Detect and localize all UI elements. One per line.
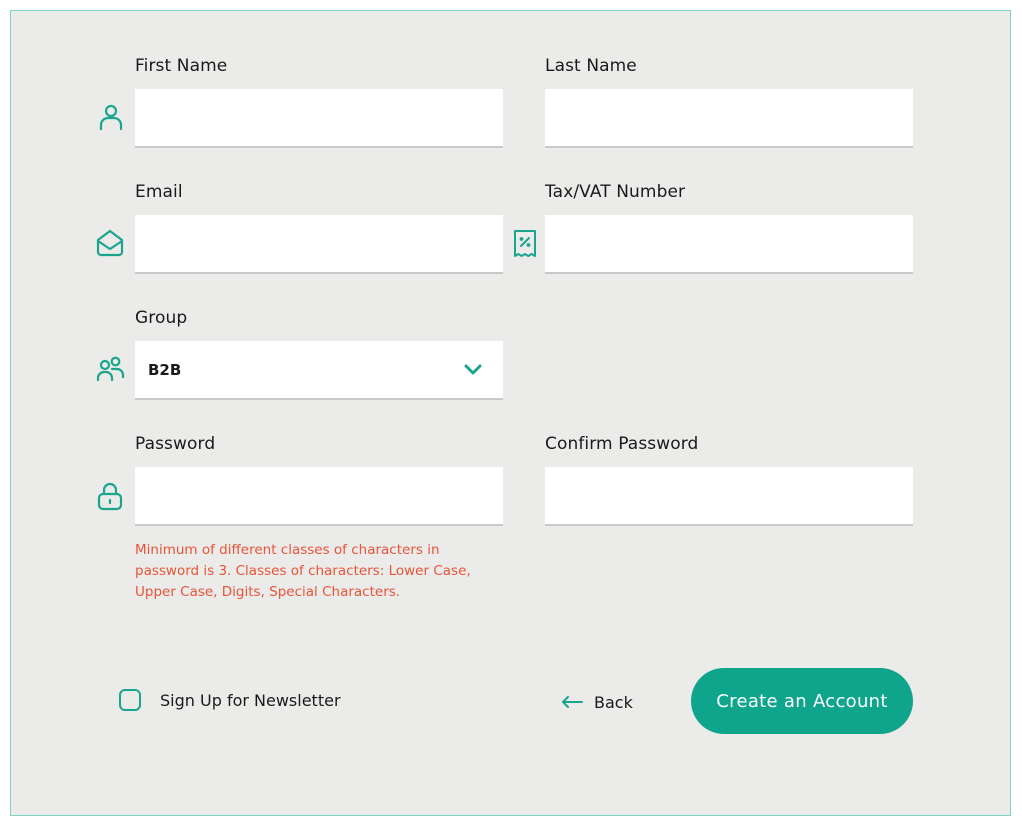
envelope-open-icon [95, 228, 125, 258]
newsletter-label[interactable]: Sign Up for Newsletter [160, 691, 341, 710]
arrow-left-icon [562, 696, 583, 708]
receipt-percent-icon [510, 228, 540, 258]
newsletter-checkbox[interactable] [119, 689, 141, 711]
first-name-label: First Name [135, 56, 228, 76]
email-input[interactable] [135, 215, 503, 274]
password-hint: Minimum of different classes of characte… [135, 542, 471, 600]
back-label: Back [594, 692, 633, 712]
tax-vat-input[interactable] [545, 215, 913, 274]
back-link[interactable]: Back [560, 690, 633, 714]
confirm-password-label: Confirm Password [545, 434, 699, 454]
lock-icon [95, 481, 125, 511]
chevron-down-icon [461, 359, 485, 381]
create-account-button[interactable]: Create an Account [691, 668, 913, 734]
last-name-input[interactable] [545, 89, 913, 148]
user-icon [96, 102, 126, 132]
email-label: Email [135, 182, 183, 202]
group-select[interactable]: B2B [135, 341, 503, 400]
password-label: Password [135, 434, 216, 454]
password-input[interactable] [135, 467, 503, 526]
users-icon [95, 354, 125, 384]
tax-vat-label: Tax/VAT Number [545, 182, 686, 202]
group-select-value: B2B [148, 361, 182, 379]
group-label: Group [135, 308, 188, 328]
last-name-label: Last Name [545, 56, 637, 76]
first-name-input[interactable] [135, 89, 503, 148]
confirm-password-input[interactable] [545, 467, 913, 526]
